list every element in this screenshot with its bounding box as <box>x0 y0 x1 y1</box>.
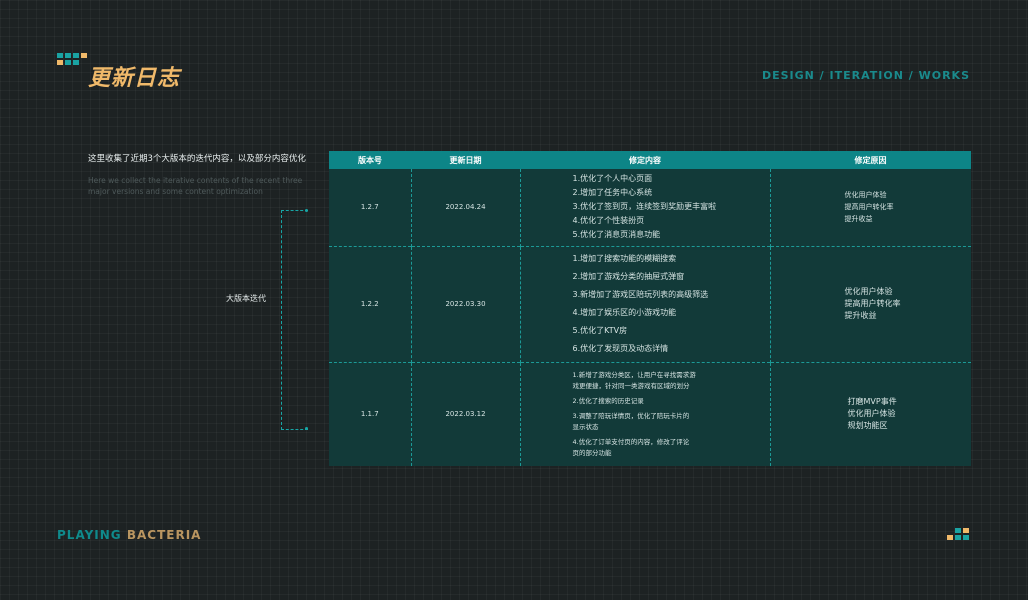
mod-line: 1.增加了搜索功能的模糊搜索 <box>572 254 677 263</box>
mod-line: 3.新增加了游戏区陪玩列表的高级筛选 <box>572 290 709 299</box>
mod-line: 4.增加了娱乐区的小游戏功能 <box>572 308 677 317</box>
mod-line: 6.优化了发现页及动态详情 <box>572 344 669 353</box>
table-row: 1.2.2 2022.03.30 1.增加了搜索功能的模糊搜索 2.增加了游戏分… <box>329 245 971 362</box>
bracket-dot-top <box>305 209 308 212</box>
cell-reasons: 优化用户体验 提高用户转化率 提升收益 <box>769 245 971 362</box>
reason-line: 打磨MVP事件 <box>847 397 897 407</box>
cell-version: 1.2.7 <box>329 169 411 246</box>
page-title: 更新日志 <box>88 66 181 91</box>
brand-part-2: BACTERIA <box>126 528 202 542</box>
mod-line: 3.调整了陪玩详情页，优化了陪玩卡片的 <box>572 411 690 420</box>
mod-line: 2.增加了游戏分类的抽屉式弹窗 <box>572 272 685 281</box>
reason-line: 提高用户转化率 <box>844 299 901 308</box>
mod-line: 戏更便捷，针对同一类游戏有区域的划分 <box>572 381 690 390</box>
changelog-table: 版本号 更新日期 修定内容 修定原因 1.2.7 2022.04.24 1.优化… <box>329 151 971 466</box>
cell-modifications: 1.新增了游戏分类区，让用户在寻找需求游 戏更便捷，针对同一类游戏有区域的划分 … <box>519 361 770 466</box>
cell-date: 2022.04.24 <box>410 169 520 246</box>
cell-reasons: 打磨MVP事件 优化用户体验 规划功能区 <box>769 361 971 466</box>
mod-line: 2.增加了任务中心系统 <box>572 188 653 198</box>
intro-english-text: Here we collect the iterative contents o… <box>88 176 303 196</box>
mod-line: 显示状态 <box>572 422 599 431</box>
reason-line: 优化用户体验 <box>844 287 893 296</box>
reason-line: 提升收益 <box>844 311 877 320</box>
cell-version: 1.2.2 <box>329 245 411 362</box>
mod-line: 4.优化了订单支付页的内容，修改了评论 <box>572 437 690 446</box>
mod-line: 1.新增了游戏分类区，让用户在寻找需求游 <box>572 370 696 379</box>
cell-modifications: 1.增加了搜索功能的模糊搜索 2.增加了游戏分类的抽屉式弹窗 3.新增加了游戏区… <box>519 245 770 362</box>
cell-date: 2022.03.30 <box>410 245 520 362</box>
mod-line: 2.优化了搜索的历史记录 <box>572 396 644 405</box>
intro-chinese-text: 这里收集了近期3个大版本的迭代内容，以及部分内容优化 <box>88 154 306 164</box>
header-version: 版本号 <box>329 151 411 169</box>
reason-line: 提高用户转化率 <box>844 203 894 212</box>
table-row: 1.2.7 2022.04.24 1.优化了个人中心页面 2.增加了任务中心系统… <box>329 169 971 246</box>
reason-line: 规划功能区 <box>847 421 888 431</box>
reason-line: 优化用户体验 <box>844 191 887 200</box>
header-modifications: 修定内容 <box>520 151 770 169</box>
brand-part-1: PLAYING <box>57 528 122 542</box>
header-reasons: 修定原因 <box>770 151 971 169</box>
reason-line: 提升收益 <box>844 215 873 224</box>
mod-line: 5.优化了消息页消息功能 <box>572 230 661 240</box>
table-header-row: 版本号 更新日期 修定内容 修定原因 <box>329 151 971 169</box>
bracket-connector <box>281 210 308 430</box>
cell-modifications: 1.优化了个人中心页面 2.增加了任务中心系统 3.优化了签到页，连续签到奖励更… <box>519 169 770 246</box>
table-row: 1.1.7 2022.03.12 1.新增了游戏分类区，让用户在寻找需求游 戏更… <box>329 361 971 466</box>
reason-line: 优化用户体验 <box>847 409 896 419</box>
mod-line: 4.优化了个性装扮页 <box>572 216 645 226</box>
corner-squares-icon <box>947 528 971 542</box>
brand-wordmark: PLAYING BACTERIA <box>57 528 201 542</box>
cell-date: 2022.03.12 <box>410 361 520 466</box>
mod-line: 1.优化了个人中心页面 <box>572 174 653 184</box>
bracket-dot-bottom <box>305 427 308 430</box>
mod-line: 5.优化了KTV房 <box>572 326 628 335</box>
cell-version: 1.1.7 <box>329 361 411 466</box>
mod-line: 页的部分功能 <box>572 448 612 457</box>
cell-reasons: 优化用户体验 提高用户转化率 提升收益 <box>769 169 971 246</box>
header-tagline: DESIGN / ITERATION / WORKS <box>761 69 970 82</box>
header-date: 更新日期 <box>411 151 520 169</box>
major-iteration-label: 大版本迭代 <box>226 294 266 303</box>
mod-line: 3.优化了签到页，连续签到奖励更丰富啦 <box>572 202 717 212</box>
